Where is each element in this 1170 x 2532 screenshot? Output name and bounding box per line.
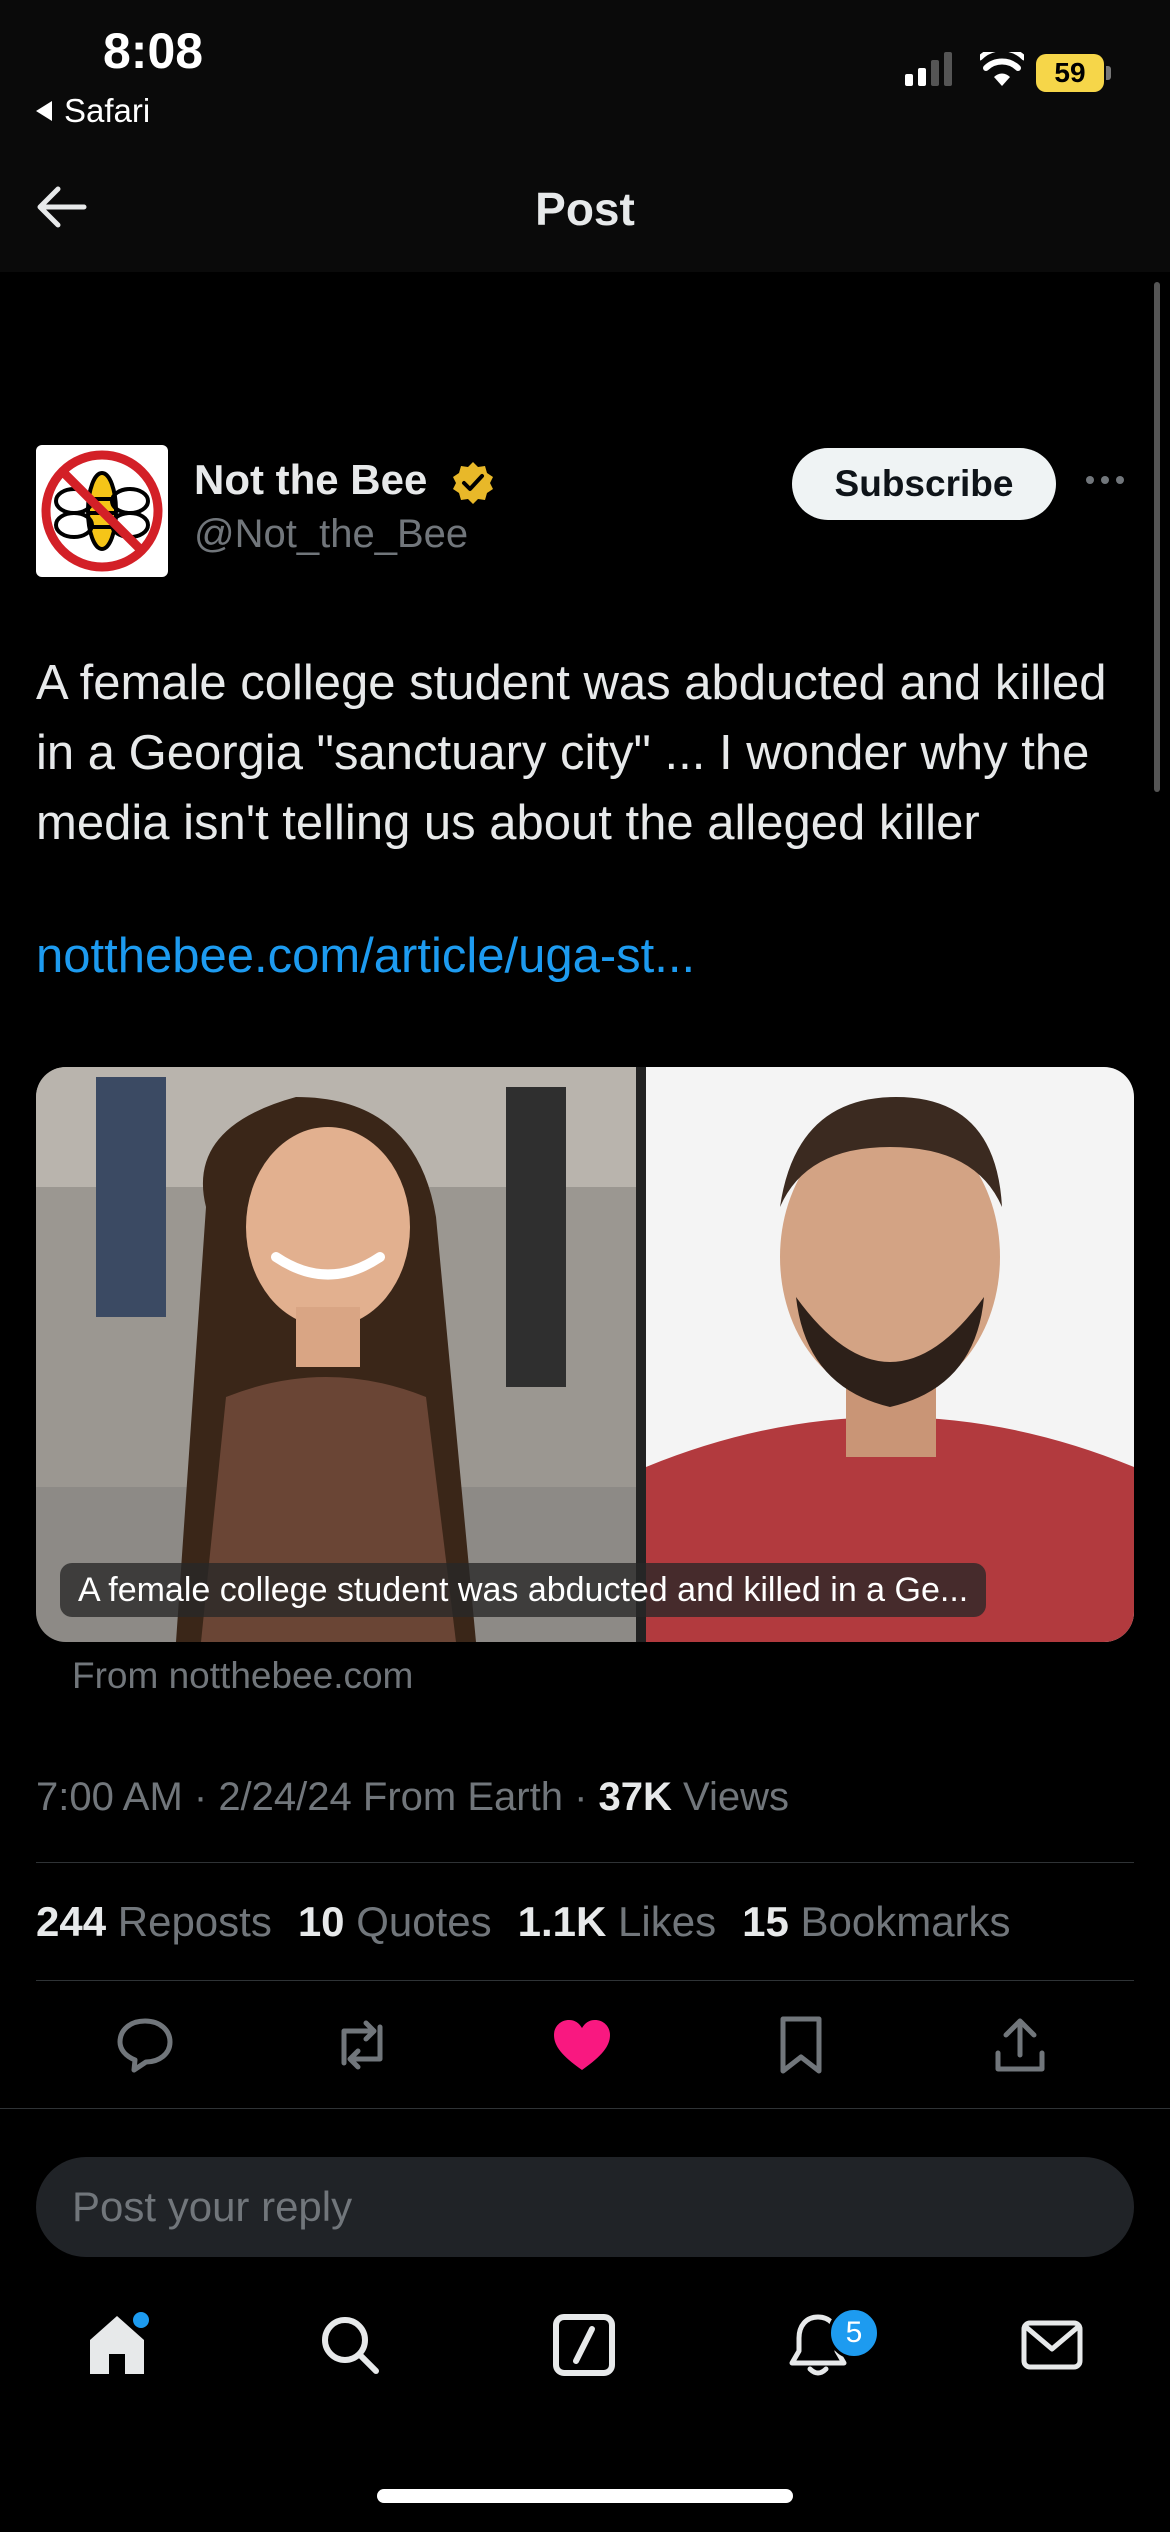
page-title: Post [535,183,635,235]
battery-tip [1106,66,1111,80]
post-date: 2/24/24 [218,1775,352,1819]
bee-logo-icon [41,450,163,572]
engagement-stats: 244 Reposts 10 Quotes 1.1K Likes 15 Book… [36,1898,1011,1946]
back-triangle-icon [36,101,52,121]
post-source: From Earth [362,1775,563,1819]
action-bar [0,2010,1170,2080]
back-app-label: Safari [64,92,151,129]
author-name[interactable]: Not the Bee [194,456,427,504]
share-icon[interactable] [985,2010,1055,2080]
post-text: A female college student was abducted an… [36,656,1107,850]
verified-badge-icon[interactable] [450,460,496,506]
messages-icon[interactable] [1012,2305,1092,2385]
avatar[interactable] [36,445,168,577]
home-unread-dot [133,2312,149,2328]
wifi-icon [980,52,1024,86]
post-meta: 7:00 AM · 2/24/24 From Earth · 37K Views [36,1775,789,1819]
compose-icon[interactable] [544,2305,624,2385]
views-label[interactable]: Views [683,1775,789,1819]
like-icon[interactable] [547,2010,617,2080]
likes-stat[interactable]: 1.1K Likes [518,1898,716,1946]
divider [36,1980,1134,1981]
reply-input[interactable]: Post your reply [36,2157,1134,2257]
divider [36,1862,1134,1863]
notification-badge: 5 [828,2307,880,2359]
home-indicator[interactable] [377,2489,793,2503]
views-count: 37K [598,1775,672,1819]
post-link[interactable]: notthebee.com/article/uga-st... [36,928,695,984]
quotes-stat[interactable]: 10 Quotes [298,1898,492,1946]
mugshot-photo [646,1067,1134,1642]
link-card-media[interactable]: A female college student was abducted an… [36,1067,1134,1642]
scrollbar[interactable] [1154,282,1160,792]
more-options-icon[interactable] [1086,476,1124,484]
author-handle[interactable]: @Not_the_Bee [194,512,468,557]
battery-indicator: 59 [1036,54,1104,92]
cellular-signal-icon [905,52,952,86]
search-icon[interactable] [310,2305,390,2385]
woman-photo [36,1067,636,1642]
bookmark-icon[interactable] [766,2010,836,2080]
subscribe-button[interactable]: Subscribe [792,448,1056,520]
media-caption: A female college student was abducted an… [60,1563,987,1617]
source-link[interactable]: From notthebee.com [72,1655,413,1697]
post-time: 7:00 AM [36,1775,183,1819]
back-to-app-link[interactable]: Safari [36,92,150,130]
status-time: 8:08 [103,23,204,79]
reposts-stat[interactable]: 244 Reposts [36,1898,272,1946]
repost-icon[interactable] [327,2010,397,2080]
divider [0,2108,1170,2109]
reply-placeholder: Post your reply [72,2183,353,2230]
reply-icon[interactable] [110,2010,180,2080]
bookmarks-stat[interactable]: 15 Bookmarks [742,1898,1010,1946]
